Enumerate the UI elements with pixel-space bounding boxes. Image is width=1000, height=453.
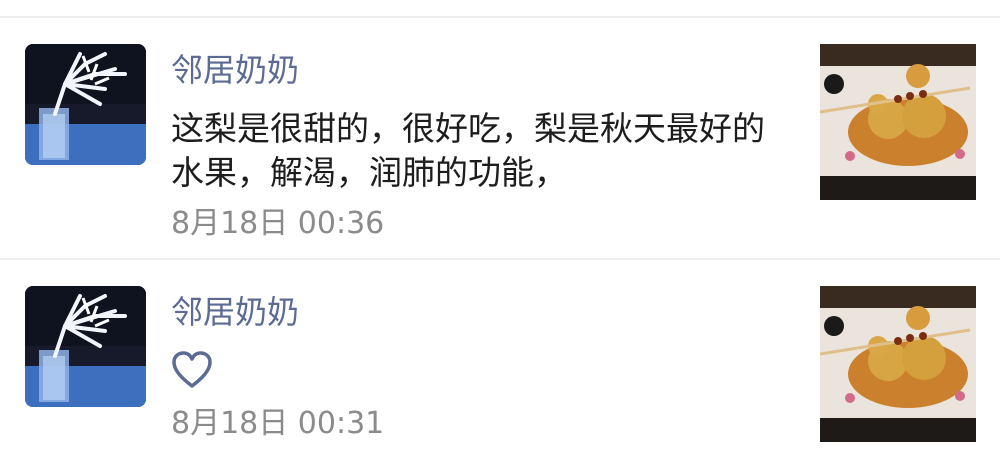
avatar-image — [25, 286, 146, 407]
avatar[interactable] — [25, 44, 146, 165]
heart-outline-icon — [171, 350, 213, 390]
avatar[interactable] — [25, 286, 146, 407]
comment-time: 8月18日 00:36 — [171, 206, 385, 241]
post-thumbnail[interactable] — [820, 286, 976, 442]
food-photo — [820, 286, 976, 442]
post-thumbnail[interactable] — [820, 44, 976, 200]
avatar-image — [25, 44, 146, 165]
comment-text: 这梨是很甜的，很好吃，梨是秋天最好的水果，解渴，润肺的功能， — [171, 109, 765, 192]
food-photo — [820, 44, 976, 200]
comment-time: 8月18日 00:31 — [171, 406, 385, 441]
comment-item[interactable]: 邻居奶奶 8月18日 00:31 — [0, 260, 1000, 453]
comment-author[interactable]: 邻居奶奶 — [171, 50, 299, 90]
comment-author[interactable]: 邻居奶奶 — [171, 292, 299, 332]
comment-item[interactable]: 邻居奶奶 这梨是很甜的，很好吃，梨是秋天最好的水果，解渴，润肺的功能， 8月18… — [0, 0, 1000, 258]
